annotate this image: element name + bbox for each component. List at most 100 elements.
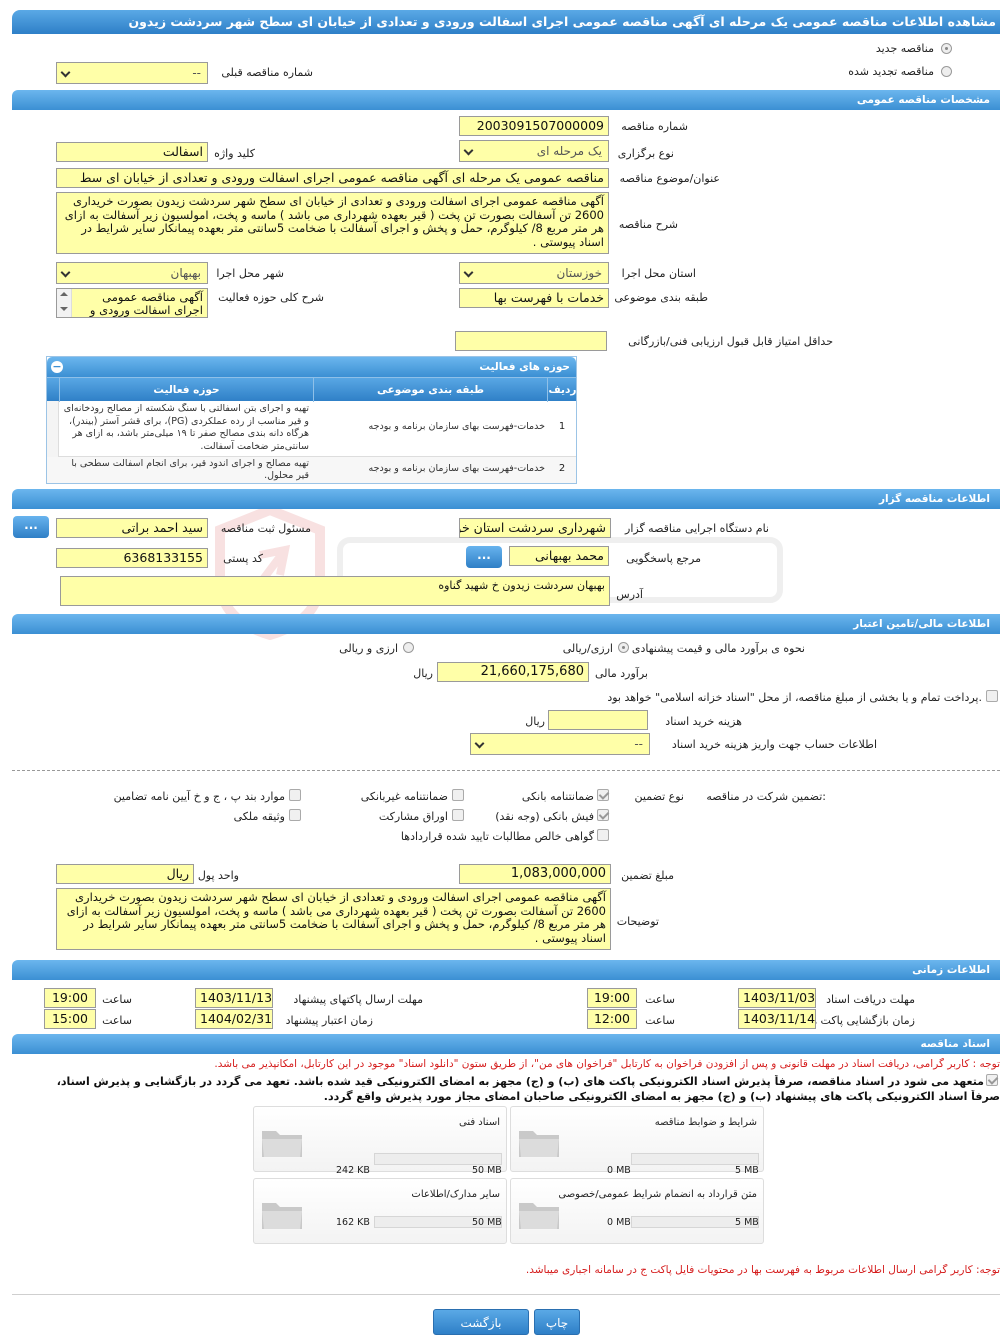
activity-table-header-row: حوزه فعالیت طبقه بندی موضوعی ردیف — [47, 377, 576, 402]
prev-tender-no-select[interactable]: -- — [56, 62, 208, 84]
open-date: 1403/11/14 — [738, 1009, 816, 1029]
description-field: آگهی مناقصه عمومی اجرای اسفالت ورودی و ت… — [56, 192, 609, 254]
ref-lookup-button[interactable]: ... — [466, 546, 502, 568]
scope-field: آگهی مناقصه عمومی اجرای اسفالت ورودی و — [56, 288, 208, 318]
account-label: اطلاعات حساب جهت واریز هزینه خرید اسناد — [671, 738, 877, 751]
file-name: شرایط و ضوابط مناقصه — [654, 1117, 757, 1128]
registrar-field: سید احمد براتی — [56, 518, 208, 538]
table-row[interactable]: تهیه مصالح و اجرای اندود قیر، برای انجام… — [47, 457, 576, 483]
activity-table-title-text: حوزه های فعالیت — [479, 361, 570, 373]
scope-label: شرح کلی حوزه فعالیت — [218, 291, 324, 304]
account-select[interactable]: -- — [470, 733, 650, 755]
guarantee-company-label: تضمین شرکت در مناقصه: — [706, 790, 826, 803]
estimate-unit: ریال — [413, 667, 433, 680]
bonds-checkbox[interactable] — [452, 809, 464, 821]
non-bank-checkbox[interactable] — [452, 789, 464, 801]
address-label: آدرس — [616, 588, 643, 601]
guarantee-notes-field: آگهی مناقصه عمومی اجرای اسفالت ورودی و ت… — [56, 888, 611, 950]
file-box-technical[interactable]: اسناد فنی 50 MB 242 KB — [253, 1106, 507, 1176]
folder-icon — [262, 1131, 302, 1157]
holding-type-select[interactable]: یک مرحله ای — [459, 140, 609, 162]
section-finance-header: اطلاعات مالی/تامین اعتبار — [12, 614, 1000, 634]
registrar-label: مسئول ثبت مناقصه — [220, 522, 311, 535]
city-label: شهر محل اجرا — [216, 267, 284, 280]
province-select[interactable]: خوزستان — [459, 262, 609, 284]
bank-guarantee-label: ضمانتنامه بانکی — [521, 790, 594, 803]
doc-receive-date: 1403/11/03 — [738, 988, 816, 1008]
fx-rial-radio[interactable] — [403, 642, 414, 653]
file-max-size: 5 MB — [735, 1165, 759, 1176]
description-label: شرح مناقصه — [618, 218, 678, 231]
prev-tender-no-label: شماره مناقصه قبلی — [221, 66, 313, 79]
file-box-contract[interactable]: متن قرارداد به انضمام شرایط عمومی/خصوصی … — [510, 1178, 764, 1244]
chevron-down-icon — [474, 738, 485, 749]
property-checkbox[interactable] — [289, 809, 301, 821]
row-category: خدمات-فهرست بهای سازمان برنامه و بودجه — [368, 421, 545, 432]
subject-label: عنوان/موضوع مناقصه — [619, 172, 720, 185]
currency-label: واحد پول — [197, 869, 239, 882]
non-bank-label: ضمانتنامه غیربانکی — [360, 790, 448, 803]
collapse-icon[interactable]: − — [51, 361, 63, 373]
subject-field: مناقصه عمومی یک مرحله ای آگهی مناقصه عمو… — [56, 168, 609, 188]
file-used-size: 162 KB — [336, 1217, 370, 1228]
bonds-label: اوراق مشارکت — [378, 810, 448, 823]
fx-rial-radio-label: ارزی و ریالی — [339, 642, 398, 655]
keyword-field: اسفالت — [56, 142, 208, 162]
renewed-tender-radio[interactable] — [941, 66, 952, 77]
chevron-down-icon — [60, 267, 71, 278]
postal-field: 6368133155 — [56, 548, 208, 568]
row-no: 1 — [558, 421, 566, 432]
registrar-lookup-button[interactable]: ... — [13, 516, 49, 538]
activity-table-title: حوزه های فعالیت − — [47, 357, 576, 377]
bank-receipt-label: فیش بانکی (وجه نقد) — [495, 810, 594, 823]
section-timing-header: اطلاعات زمانی — [12, 960, 1000, 980]
submit-time: 19:00 — [44, 988, 96, 1008]
bank-receipt-checkbox[interactable] — [597, 809, 609, 821]
city-select[interactable]: بهبهان — [56, 262, 208, 284]
renewed-tender-label: مناقصه تجدید شده — [848, 65, 934, 78]
receivables-checkbox[interactable] — [597, 829, 609, 841]
rial-radio[interactable] — [618, 642, 629, 653]
items-p-checkbox[interactable] — [289, 789, 301, 801]
treasury-checkbox[interactable] — [986, 690, 998, 702]
chevron-down-icon — [60, 67, 71, 78]
category-label: طبقه بندی موضوعی — [614, 291, 708, 304]
bank-guarantee-checkbox[interactable] — [597, 789, 609, 801]
back-button[interactable]: بازگشت — [433, 1309, 529, 1335]
estimate-field: 21,660,175,680 — [437, 662, 589, 682]
time-label: ساعت — [102, 993, 132, 1006]
keyword-label: کلید واژه — [214, 147, 255, 160]
file-box-terms[interactable]: شرایط و ضوابط مناقصه 5 MB 0 MB — [510, 1106, 764, 1176]
usage-bar — [631, 1153, 759, 1165]
section-docs-header: اسناد مناقصه — [12, 1034, 1000, 1054]
folder-icon — [262, 1203, 302, 1229]
row-category: خدمات-فهرست بهای سازمان برنامه و بودجه — [368, 463, 545, 474]
new-tender-radio[interactable] — [941, 43, 952, 54]
valid-label: زمان اعتبار پیشنهاد — [285, 1014, 373, 1027]
estimate-method-label: نحوه ی برآورد مالی و قیمت پیشنهادی — [631, 642, 805, 655]
file-box-other[interactable]: سایر مدارک/اطلاعات 50 MB 162 KB — [253, 1178, 507, 1244]
folder-icon — [519, 1131, 559, 1157]
valid-time: 15:00 — [44, 1009, 96, 1029]
scroll-down-icon — [60, 307, 68, 311]
file-max-size: 5 MB — [735, 1217, 759, 1228]
tender-no-label: شماره مناقصه — [621, 120, 688, 133]
divider — [12, 770, 1000, 771]
scope-scrollbar[interactable] — [57, 289, 72, 317]
col-category: طبقه بندی موضوعی — [313, 378, 547, 402]
usage-bar — [374, 1153, 502, 1165]
file-max-size: 50 MB — [472, 1217, 502, 1228]
commit-checkbox[interactable] — [986, 1074, 998, 1086]
treasury-text: پرداخت تمام و یا بخشی از مبلغ مناقصه، از… — [607, 691, 982, 704]
chevron-down-icon — [463, 267, 474, 278]
file-used-size: 242 KB — [336, 1165, 370, 1176]
table-row[interactable]: تهیه و اجرای بتن آسفالتی با سنگ شکسته از… — [47, 401, 576, 482]
time-label: ساعت — [645, 1014, 675, 1027]
category-field: خدمات با فهرست بها — [459, 288, 609, 308]
address-field: بهبهان سردشت زیدون خ شهید گناوه — [60, 576, 610, 606]
print-button[interactable]: چاپ — [534, 1309, 580, 1335]
row-no: 2 — [558, 463, 566, 474]
docs-note-2: توجه: کاربر گرامی ارسال اطلاعات مربوط به… — [525, 1264, 1000, 1276]
file-name: سایر مدارک/اطلاعات — [411, 1189, 500, 1200]
commit-text-1: متعهد می شود در اسناد مناقصه، صرفاً پذیر… — [56, 1075, 984, 1088]
